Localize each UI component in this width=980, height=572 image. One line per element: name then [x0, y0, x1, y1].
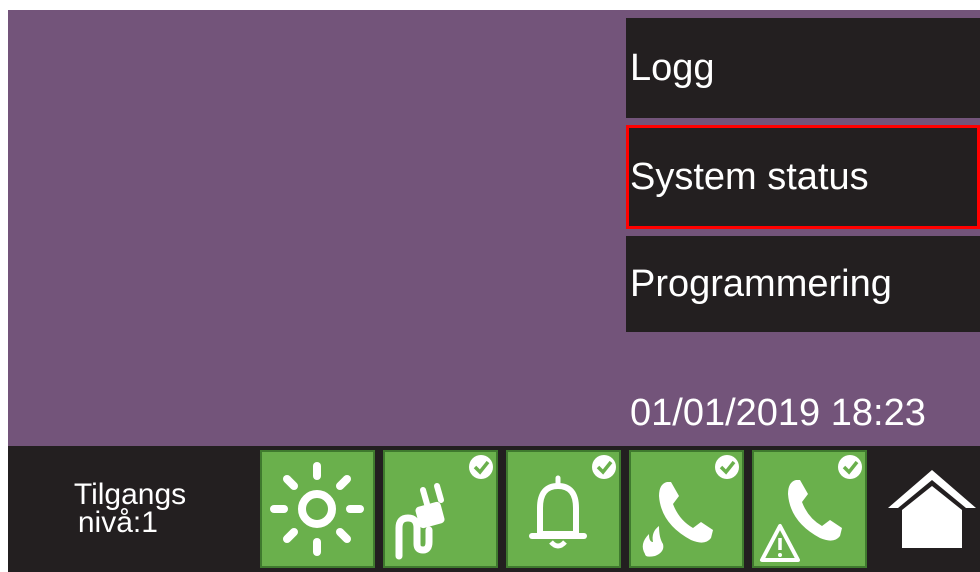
main-screen: Logg System status Programmering 01/01/2… [8, 10, 980, 572]
system-status-tile[interactable] [260, 450, 375, 568]
fault-transmission-tile[interactable] [752, 450, 867, 568]
phone-warning-icon [760, 455, 862, 562]
status-bar: Tilgangs nivå:1 [8, 446, 980, 572]
menu-button-programmering[interactable]: Programmering [626, 236, 980, 332]
menu-button-label: Programmering [630, 262, 892, 305]
sun-icon [270, 462, 364, 556]
bell-icon [529, 455, 616, 549]
menu-button-label: Logg [630, 46, 715, 89]
home-icon [888, 470, 976, 548]
phone-fire-icon [642, 455, 739, 557]
access-level-indicator: Tilgangs nivå:1 [8, 446, 252, 572]
fire-transmission-tile[interactable] [629, 450, 744, 568]
menu-button-system-status[interactable]: System status [626, 125, 980, 229]
power-plug-icon [395, 455, 493, 560]
menu-button-logg[interactable]: Logg [626, 18, 980, 118]
date-time-display: 01/01/2019 18:23 [630, 392, 926, 434]
access-level-value: nivå:1 [77, 506, 158, 539]
home-button[interactable] [874, 446, 980, 572]
menu-button-label: System status [630, 155, 869, 198]
power-status-tile[interactable] [383, 450, 498, 568]
alarm-status-tile[interactable] [506, 450, 621, 568]
